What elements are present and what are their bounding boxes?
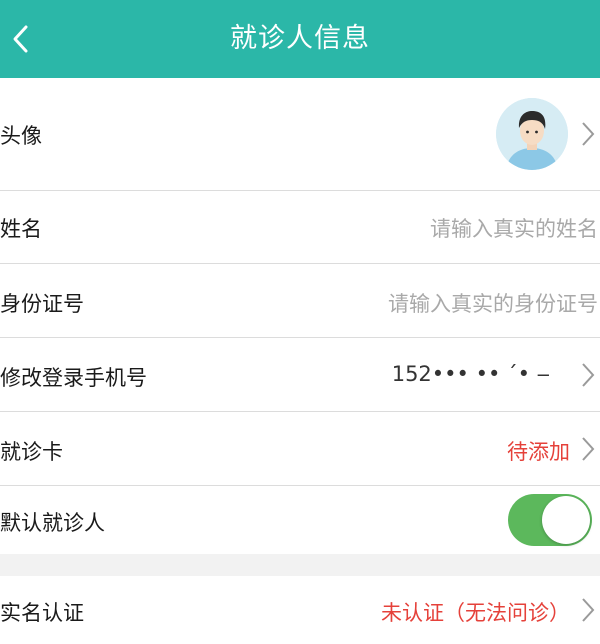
page-title: 就诊人信息 — [230, 23, 370, 54]
card-status: 待添加 — [507, 440, 570, 464]
default-patient-toggle[interactable] — [508, 494, 592, 546]
avatar[interactable] — [496, 98, 568, 170]
avatar-row[interactable]: 头像 — [0, 78, 600, 190]
chevron-right-icon — [582, 598, 595, 622]
real-name-row[interactable]: 实名认证 未认证（无法问诊） — [0, 576, 600, 644]
default-patient-row: 默认就诊人 — [0, 486, 600, 554]
toggle-knob — [542, 496, 590, 544]
chevron-right-icon — [582, 122, 595, 146]
phone-label: 修改登录手机号 — [0, 366, 147, 390]
default-patient-label: 默认就诊人 — [0, 511, 105, 535]
section-gap — [0, 554, 600, 576]
avatar-person-icon — [496, 98, 568, 170]
phone-row[interactable]: 修改登录手机号 152••• •• ˊ• ‒ — [0, 338, 600, 411]
name-label: 姓名 — [0, 217, 42, 241]
name-row[interactable]: 姓名 请输入真实的姓名 — [0, 191, 600, 263]
avatar-label: 头像 — [0, 124, 42, 148]
card-label: 就诊卡 — [0, 440, 63, 464]
id-card-row[interactable]: 身份证号 请输入真实的身份证号 — [0, 264, 600, 337]
id-card-label: 身份证号 — [0, 292, 84, 316]
card-row[interactable]: 就诊卡 待添加 — [0, 412, 600, 485]
nav-bar: 就诊人信息 — [0, 0, 600, 78]
real-name-label: 实名认证 — [0, 601, 84, 625]
back-button[interactable] — [0, 0, 40, 78]
phone-value: 152••• •• ˊ• ‒ — [391, 362, 550, 386]
name-input[interactable]: 请输入真实的姓名 — [430, 213, 598, 243]
chevron-right-icon — [582, 437, 595, 461]
chevron-left-icon — [13, 25, 28, 53]
chevron-right-icon — [582, 363, 595, 387]
real-name-status: 未认证（无法问诊） — [381, 601, 570, 625]
id-card-input[interactable]: 请输入真实的身份证号 — [388, 288, 598, 318]
